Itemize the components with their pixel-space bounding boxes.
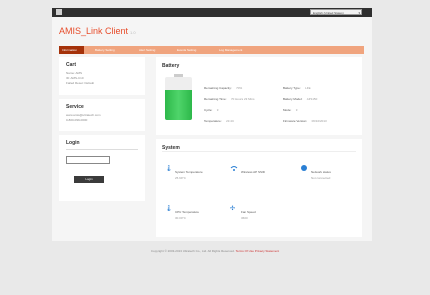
top-bar: English (United States) ▾ — [52, 8, 372, 17]
battery-field-label: Firmware Version: — [283, 119, 308, 123]
cart-card: Cart Name: AMS ID: AMS-C10 Failed Reset:… — [59, 57, 145, 95]
fan-icon: ✣ — [230, 206, 236, 212]
service-title: Service — [66, 104, 84, 110]
battery-level-fill — [165, 89, 192, 120]
system-card: System 🌡 System Temperature 25.99°C Wire… — [156, 139, 362, 237]
battery-field-value: 23.4C — [226, 119, 235, 123]
footer-links[interactable]: Terms Of Use Privacy Statement — [236, 249, 280, 253]
system-item-value: 3600 — [241, 216, 248, 220]
main-panel: AMIS_Link Client 1.0 Information Battery … — [52, 17, 372, 241]
app-title-text: AMIS_Link Client — [59, 26, 129, 36]
tab-battery-setting[interactable]: Battery Setting — [95, 46, 115, 54]
tab-alert-setting[interactable]: Alert Setting — [139, 46, 155, 54]
footer: Copyright © 2003-2013 Ultratech Co., Ltd… — [0, 249, 430, 253]
cart-title: Cart — [66, 62, 77, 68]
language-select[interactable]: English (United States) ▾ — [310, 9, 362, 15]
network-icon — [301, 165, 307, 171]
service-phone: 0-800-099-0000 — [66, 118, 88, 122]
service-card: Service www.amis@ultratech.com 0-800-099… — [59, 99, 145, 131]
login-title: Login — [66, 140, 80, 146]
system-item-label: Fan Speed — [241, 210, 256, 214]
battery-card: Battery Remaining Capacity: 70% Remainin… — [156, 57, 362, 135]
language-select-value: English (United States) — [313, 11, 344, 15]
battery-field-label: Temperature: — [204, 119, 222, 123]
cart-line: Failed Reset: Default — [66, 81, 95, 85]
copyright-text: Copyright © 2003-2013 Ultratech Co., Ltd… — [150, 249, 235, 253]
chevron-down-icon: ▾ — [358, 11, 360, 15]
app-version: 1.0 — [130, 30, 136, 35]
system-item-value: Not connected — [311, 176, 331, 180]
left-column: Cart Name: AMS ID: AMS-C10 Failed Reset:… — [59, 57, 145, 227]
system-item-label: CPU Temperature — [175, 210, 199, 214]
divider — [66, 149, 138, 150]
battery-title: Battery — [162, 63, 180, 69]
login-card: Login Login — [59, 135, 145, 201]
login-button[interactable]: Login — [74, 176, 104, 183]
wifi-icon — [230, 166, 238, 171]
battery-field-value: AP1150 — [306, 97, 318, 101]
login-password-input[interactable] — [66, 156, 110, 164]
tab-events-setting[interactable]: Events Setting — [177, 46, 196, 54]
system-item-label: Network status — [311, 170, 331, 174]
system-item-value: 25.99°C — [175, 176, 186, 180]
battery-field-value: 06/10/2013 — [311, 119, 327, 123]
home-icon[interactable] — [56, 9, 62, 15]
battery-gauge — [165, 74, 192, 120]
thermometer-icon: 🌡 — [165, 206, 173, 212]
divider — [162, 151, 356, 152]
tab-bar: Information Battery Setting Alert Settin… — [59, 46, 364, 54]
thermometer-icon: 🌡 — [165, 166, 173, 172]
tab-log-management[interactable]: Log Management — [219, 46, 242, 54]
tab-information[interactable]: Information — [59, 46, 84, 54]
page-title: AMIS_Link Client 1.0 — [59, 26, 136, 36]
battery-field-value: 70 Hours 23 Mins — [230, 97, 255, 101]
system-item-label: Wireless AP SSID — [241, 170, 265, 174]
system-item-label: System Temperature — [175, 170, 203, 174]
system-item-value: 30.00°C — [175, 216, 186, 220]
